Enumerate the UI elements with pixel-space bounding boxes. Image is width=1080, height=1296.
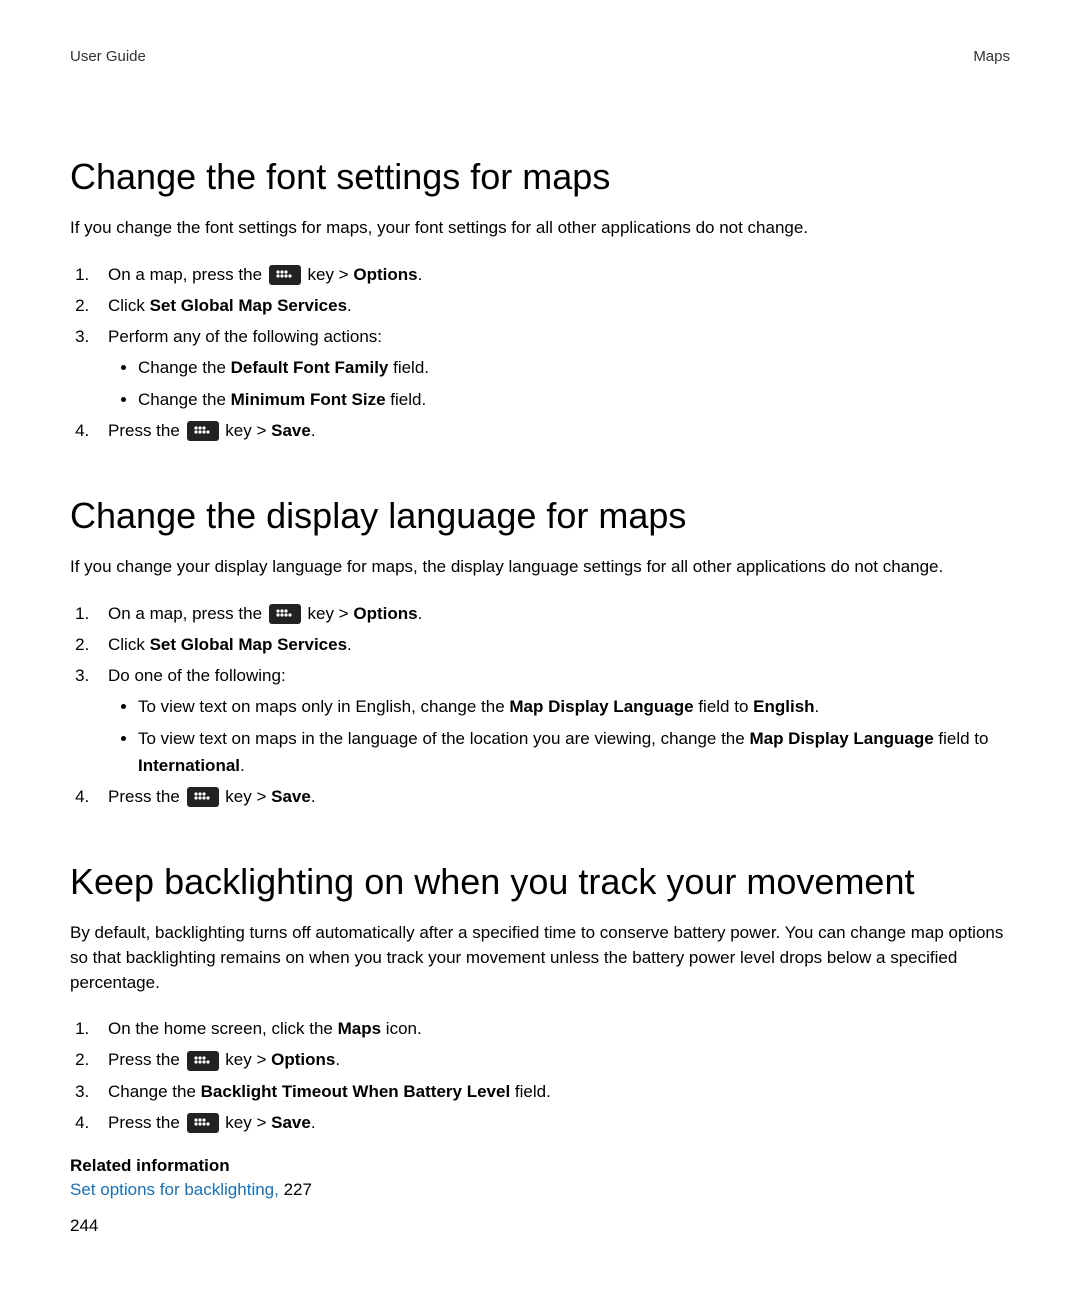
- related-link[interactable]: Set options for backlighting,: [70, 1180, 284, 1199]
- step-bold: Backlight Timeout When Battery Level: [201, 1082, 511, 1101]
- bullet: To view text on maps only in English, ch…: [138, 693, 1010, 720]
- step-text: Press the: [108, 421, 180, 440]
- bullet-bold: Map Display Language: [509, 697, 693, 716]
- step-text: field.: [510, 1082, 551, 1101]
- step-2: Press the key > Options.: [94, 1046, 1010, 1073]
- menu-key-icon: [187, 1051, 219, 1071]
- step-text: Press the: [108, 787, 180, 806]
- bullet-bold: Map Display Language: [749, 729, 933, 748]
- step-text: key >: [225, 1113, 266, 1132]
- steps-list: On a map, press the key > Options. Click…: [70, 261, 1010, 444]
- page-number: 244: [70, 1216, 98, 1236]
- intro-text: If you change your display language for …: [70, 555, 1010, 580]
- bullet-text: .: [815, 697, 820, 716]
- step-text: .: [418, 604, 423, 623]
- step-2: Click Set Global Map Services.: [94, 631, 1010, 658]
- step-1: On the home screen, click the Maps icon.: [94, 1015, 1010, 1042]
- step-text: .: [347, 635, 352, 654]
- step-text: On a map, press the: [108, 265, 262, 284]
- bullet-text: Change the: [138, 390, 231, 409]
- section-font-settings: Change the font settings for maps If you…: [70, 155, 1010, 444]
- step-text: .: [311, 421, 316, 440]
- step-3: Change the Backlight Timeout When Batter…: [94, 1078, 1010, 1105]
- menu-key-icon: [187, 1113, 219, 1133]
- page-header: User Guide Maps: [70, 48, 1010, 65]
- bullet-text: field to: [934, 729, 989, 748]
- sub-bullets: Change the Default Font Family field. Ch…: [108, 354, 1010, 412]
- step-4: Press the key > Save.: [94, 783, 1010, 810]
- step-3: Do one of the following: To view text on…: [94, 662, 1010, 779]
- step-4: Press the key > Save.: [94, 417, 1010, 444]
- heading-display-language: Change the display language for maps: [70, 494, 1010, 537]
- heading-font-settings: Change the font settings for maps: [70, 155, 1010, 198]
- step-text: Press the: [108, 1113, 180, 1132]
- bullet-text: To view text on maps only in English, ch…: [138, 697, 509, 716]
- header-left: User Guide: [70, 48, 146, 65]
- heading-backlighting: Keep backlighting on when you track your…: [70, 860, 1010, 903]
- step-text: Click: [108, 296, 150, 315]
- bullet-bold: English: [753, 697, 814, 716]
- header-right: Maps: [973, 48, 1010, 65]
- related-heading: Related information: [70, 1156, 1010, 1176]
- step-text: Perform any of the following actions:: [108, 327, 382, 346]
- step-2: Click Set Global Map Services.: [94, 292, 1010, 319]
- step-text: .: [311, 1113, 316, 1132]
- step-text: key >: [308, 265, 349, 284]
- step-bold: Set Global Map Services: [150, 635, 347, 654]
- intro-text: By default, backlighting turns off autom…: [70, 921, 1010, 995]
- sub-bullets: To view text on maps only in English, ch…: [108, 693, 1010, 779]
- bullet-text: field.: [388, 358, 429, 377]
- step-bold: Options: [353, 604, 417, 623]
- step-text: Click: [108, 635, 150, 654]
- bullet: To view text on maps in the language of …: [138, 725, 1010, 779]
- step-1: On a map, press the key > Options.: [94, 261, 1010, 288]
- step-text: .: [311, 787, 316, 806]
- step-bold: Options: [353, 265, 417, 284]
- step-text: key >: [308, 604, 349, 623]
- step-bold: Save: [271, 787, 311, 806]
- step-text: key >: [225, 1050, 266, 1069]
- step-text: Press the: [108, 1050, 180, 1069]
- steps-list: On the home screen, click the Maps icon.…: [70, 1015, 1010, 1136]
- bullet-text: field to: [694, 697, 754, 716]
- step-text: .: [335, 1050, 340, 1069]
- bullet-text: Change the: [138, 358, 231, 377]
- bullet-text: .: [240, 756, 245, 775]
- bullet: Change the Default Font Family field.: [138, 354, 1010, 381]
- section-display-language: Change the display language for maps If …: [70, 494, 1010, 810]
- step-bold: Save: [271, 1113, 311, 1132]
- bullet-text: field.: [386, 390, 427, 409]
- bullet-bold: Default Font Family: [231, 358, 389, 377]
- related-information: Related information Set options for back…: [70, 1156, 1010, 1200]
- step-text: icon.: [381, 1019, 422, 1038]
- section-backlighting: Keep backlighting on when you track your…: [70, 860, 1010, 1200]
- step-bold: Options: [271, 1050, 335, 1069]
- menu-key-icon: [187, 787, 219, 807]
- step-text: .: [347, 296, 352, 315]
- step-text: Do one of the following:: [108, 666, 286, 685]
- step-bold: Maps: [338, 1019, 381, 1038]
- step-4: Press the key > Save.: [94, 1109, 1010, 1136]
- bullet-text: To view text on maps in the language of …: [138, 729, 749, 748]
- step-text: .: [418, 265, 423, 284]
- menu-key-icon: [187, 421, 219, 441]
- document-page: User Guide Maps Change the font settings…: [0, 0, 1080, 1296]
- step-text: On a map, press the: [108, 604, 262, 623]
- step-text: Change the: [108, 1082, 201, 1101]
- bullet: Change the Minimum Font Size field.: [138, 386, 1010, 413]
- bullet-bold: Minimum Font Size: [231, 390, 386, 409]
- step-bold: Set Global Map Services: [150, 296, 347, 315]
- steps-list: On a map, press the key > Options. Click…: [70, 600, 1010, 810]
- menu-key-icon: [269, 265, 301, 285]
- menu-key-icon: [269, 604, 301, 624]
- step-text: On the home screen, click the: [108, 1019, 338, 1038]
- intro-text: If you change the font settings for maps…: [70, 216, 1010, 241]
- related-page-ref: 227: [284, 1180, 312, 1199]
- step-text: key >: [225, 787, 266, 806]
- step-text: key >: [225, 421, 266, 440]
- step-1: On a map, press the key > Options.: [94, 600, 1010, 627]
- step-bold: Save: [271, 421, 311, 440]
- step-3: Perform any of the following actions: Ch…: [94, 323, 1010, 413]
- bullet-bold: International: [138, 756, 240, 775]
